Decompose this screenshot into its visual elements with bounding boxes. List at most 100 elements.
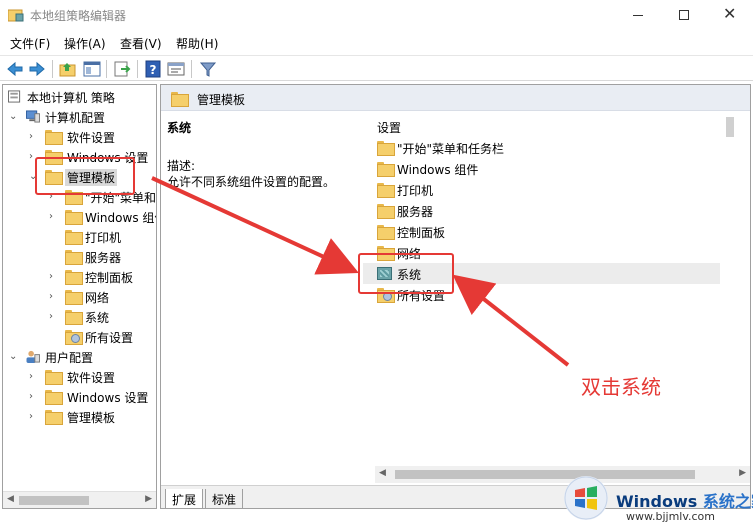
list-item-windows-components[interactable]: Windows 组件: [363, 158, 720, 179]
folder-icon: [377, 204, 395, 219]
tree-pane[interactable]: 本地计算机 策略 ⌄ 计算机配置 › 软件设置 › Windows 设置 ⌄ 管…: [2, 84, 157, 509]
tab-extended[interactable]: 扩展: [165, 489, 204, 508]
scroll-thumb[interactable]: [19, 496, 89, 505]
tree-item-system[interactable]: › 系统: [7, 307, 156, 327]
list-item-servers[interactable]: 服务器: [363, 200, 720, 221]
tree-item-user-admin-templates[interactable]: › 管理模板: [7, 407, 156, 427]
expand-icon[interactable]: ›: [29, 391, 39, 403]
tree-item-printers[interactable]: 打印机: [7, 227, 156, 247]
settings-list: 设置 "开始"菜单和任务栏 Windows 组件 打印机 服务器 控制面板 网络…: [363, 111, 750, 491]
tree-item-computer-config[interactable]: ⌄ 计算机配置: [7, 107, 156, 127]
help-button[interactable]: ?: [143, 59, 163, 79]
watermark-brand-accent: 系统之家: [702, 492, 753, 511]
folder-icon: [377, 183, 395, 198]
scroll-right-icon[interactable]: ▶: [145, 494, 152, 504]
scroll-left-icon[interactable]: ◀: [379, 468, 386, 478]
close-button[interactable]: ✕: [707, 0, 753, 30]
list-item-start-menu[interactable]: "开始"菜单和任务栏: [363, 137, 720, 158]
show-hide-tree-icon: [83, 61, 101, 77]
collapse-icon[interactable]: ⌄: [9, 111, 19, 123]
user-icon: [26, 350, 40, 363]
expand-icon[interactable]: ›: [49, 291, 59, 303]
forward-button[interactable]: [27, 59, 47, 79]
properties-icon: [167, 62, 185, 76]
menu-file[interactable]: 文件(F): [10, 35, 50, 52]
tree-label: Windows 设置: [67, 391, 149, 405]
description-pane: 系统 描述: 允许不同系统组件设置的配置。: [167, 119, 357, 319]
close-icon: ✕: [723, 4, 737, 23]
expand-icon[interactable]: ›: [49, 211, 59, 223]
list-item-printers[interactable]: 打印机: [363, 179, 720, 200]
tree-item-all-settings[interactable]: 所有设置: [7, 327, 156, 347]
description-text: 允许不同系统组件设置的配置。: [167, 175, 336, 189]
tree-label: 软件设置: [67, 131, 116, 145]
scroll-thumb[interactable]: [726, 117, 734, 137]
menu-help[interactable]: 帮助(H): [176, 35, 218, 52]
tree-item-software-settings[interactable]: › 软件设置: [7, 127, 156, 147]
maximize-button[interactable]: [661, 0, 707, 30]
watermark-brand-main: Windows: [616, 492, 698, 511]
scroll-left-icon[interactable]: ◀: [7, 494, 14, 504]
tree-label: 用户配置: [45, 351, 94, 365]
tree-label: 系统: [85, 311, 110, 325]
tree-item-servers[interactable]: 服务器: [7, 247, 156, 267]
tree-label: Windows 组件: [85, 211, 156, 225]
tree-item-control-panel[interactable]: › 控制面板: [7, 267, 156, 287]
tree-item-user-windows-settings[interactable]: › Windows 设置: [7, 387, 156, 407]
column-header-setting[interactable]: 设置: [377, 119, 401, 136]
tree-label: 本地计算机 策略: [27, 91, 115, 105]
watermark-url: www.bjjmlv.com: [626, 510, 715, 523]
help-icon: ?: [145, 60, 161, 78]
toolbar-separator: [106, 60, 107, 78]
up-level-button[interactable]: [58, 59, 78, 79]
details-header-title: 管理模板: [197, 93, 246, 107]
minimize-button[interactable]: [615, 0, 661, 30]
folder-icon: [45, 410, 63, 425]
tree-label: 打印机: [85, 231, 122, 245]
folder-icon: [45, 370, 63, 385]
show-hide-tree-button[interactable]: [82, 59, 102, 79]
properties-button[interactable]: [166, 59, 186, 79]
details-header: 管理模板: [161, 85, 750, 111]
expand-icon[interactable]: ›: [49, 271, 59, 283]
toolbar-separator: [137, 60, 138, 78]
list-vertical-scrollbar[interactable]: [722, 111, 740, 465]
menu-view[interactable]: 查看(V): [120, 35, 162, 52]
folder-icon: [65, 210, 83, 225]
tab-standard[interactable]: 标准: [205, 489, 244, 508]
windows-logo-icon: [564, 476, 608, 520]
tree-item-windows-components[interactable]: › Windows 组件: [7, 207, 156, 227]
description-title: 系统: [167, 121, 192, 135]
filter-button[interactable]: [198, 59, 218, 79]
folder-icon: [45, 130, 63, 145]
group-policy-app-icon: [8, 9, 24, 22]
expand-icon[interactable]: ›: [49, 311, 59, 323]
expand-icon[interactable]: ›: [29, 411, 39, 423]
folder-icon: [377, 141, 395, 156]
tree-item-user-software-settings[interactable]: › 软件设置: [7, 367, 156, 387]
tree-horizontal-scrollbar[interactable]: ◀ ▶: [3, 491, 156, 508]
tree-item-user-config[interactable]: ⌄ 用户配置: [7, 347, 156, 367]
collapse-icon[interactable]: ⌄: [9, 351, 19, 363]
highlight-system-item: [358, 253, 454, 294]
export-list-button[interactable]: [112, 59, 132, 79]
tree-label: 服务器: [85, 251, 122, 265]
svg-text:?: ?: [150, 63, 157, 77]
menu-action[interactable]: 操作(A): [64, 35, 106, 52]
tree-label: 控制面板: [85, 271, 134, 285]
list-item-control-panel[interactable]: 控制面板: [363, 221, 720, 242]
back-button[interactable]: [5, 59, 25, 79]
window-title: 本地组策略编辑器: [30, 9, 127, 23]
tree-item-network[interactable]: › 网络: [7, 287, 156, 307]
expand-icon[interactable]: ›: [29, 371, 39, 383]
folder-icon: [171, 92, 189, 107]
watermark: Windows 系统之家 www.bjjmlv.com: [556, 474, 753, 529]
filter-icon: [199, 62, 217, 77]
menu-bar: 文件(F) 操作(A) 查看(V) 帮助(H): [0, 32, 753, 54]
folder-icon: [65, 230, 83, 245]
computer-icon: [26, 110, 40, 123]
toolbar: ?: [0, 55, 753, 81]
tree-item-root[interactable]: 本地计算机 策略: [7, 87, 156, 107]
expand-icon[interactable]: ›: [29, 131, 39, 143]
toolbar-separator: [52, 60, 53, 78]
